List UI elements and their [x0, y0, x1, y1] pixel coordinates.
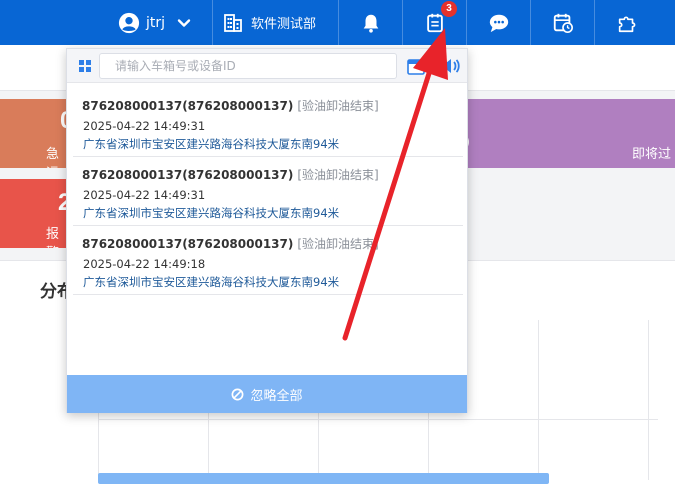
chart-bar — [98, 473, 549, 484]
dropdown-header — [67, 49, 467, 83]
event-tag: [验油卸油结束] — [297, 99, 379, 113]
department-switcher[interactable]: 软件测试部 — [212, 0, 336, 45]
stat-card-label: ) — [468, 135, 470, 150]
alarm-list: 876208000137(876208000137) [验油卸油结束] 2025-… — [73, 89, 463, 295]
event-address: 广东省深圳市宝安区建兴路海谷科技大厦东南94米 — [83, 206, 340, 220]
calendar-icon[interactable] — [407, 57, 425, 75]
ignore-all-label: 忽略全部 — [250, 388, 303, 404]
stat-card-alarm[interactable]: 2 报警 — [0, 179, 68, 248]
chat-button[interactable] — [466, 0, 530, 45]
notification-badge: 3 — [441, 1, 457, 17]
calendar-clock-icon — [553, 13, 573, 33]
item-title: 876208000137(876208000137) [验油卸油结束] — [82, 97, 379, 114]
device-id: 876208000137(876208000137) — [82, 168, 294, 182]
plugin-icon — [618, 15, 635, 32]
search-input[interactable] — [99, 53, 397, 79]
alarm-messages-dropdown: 876208000137(876208000137)[验油卸油结束] 2025-… — [66, 48, 468, 413]
sound-icon[interactable] — [439, 55, 461, 77]
list-item[interactable]: 876208000137(876208000137) [验油卸油结束] 2025-… — [73, 89, 463, 157]
chat-icon — [489, 14, 508, 32]
chart-gridline-horizontal — [98, 419, 658, 420]
stat-card-label: 报警 — [46, 227, 60, 248]
event-time: 2025-04-22 14:49:18 — [83, 257, 206, 271]
event-address: 广东省深圳市宝安区建兴路海谷科技大厦东南94米 — [83, 275, 340, 289]
department-name: 软件测试部 — [251, 17, 317, 32]
list-item[interactable]: 876208000137(876208000137) [验油卸油结束] 2025-… — [73, 227, 463, 295]
event-tag: [验油卸油结束] — [297, 168, 379, 182]
stat-card-transport[interactable]: 0 急运 — [0, 99, 68, 168]
event-tag: [验油卸油结束] — [297, 237, 379, 251]
chart-gridline — [648, 320, 649, 480]
grid-icon[interactable] — [79, 60, 91, 72]
top-navbar: jtrj 软件测试部 3 — [0, 0, 675, 45]
stat-card-expiring[interactable]: ) 即将过 — [468, 99, 675, 168]
building-icon — [224, 13, 242, 32]
notepad-icon — [426, 13, 443, 32]
alarm-messages-button[interactable]: 3 — [402, 0, 466, 45]
stat-card-label: 急运 — [46, 147, 60, 168]
ignore-all-button[interactable]: 忽略全部 — [67, 375, 467, 413]
notifications-button[interactable] — [338, 0, 402, 45]
chevron-down-icon — [177, 18, 191, 27]
event-time: 2025-04-22 14:49:31 — [83, 119, 206, 133]
list-item[interactable]: 876208000137(876208000137) [验油卸油结束] 2025-… — [73, 158, 463, 226]
event-time: 2025-04-22 14:49:31 — [83, 188, 206, 202]
schedule-button[interactable] — [530, 0, 594, 45]
user-icon — [118, 12, 140, 33]
username: jtrj — [146, 14, 166, 31]
event-address: 广东省深圳市宝安区建兴路海谷科技大厦东南94米 — [83, 137, 340, 151]
user-menu[interactable]: jtrj — [118, 0, 191, 45]
bell-icon — [363, 14, 378, 33]
item-title: 876208000137(876208000137) [验油卸油结束] — [82, 166, 379, 183]
stat-card-label: 即将过 — [632, 147, 672, 162]
device-id: 876208000137(876208000137) — [82, 99, 294, 113]
chart-gridline — [538, 320, 539, 480]
item-title: 876208000137(876208000137) [验油卸油结束] — [82, 235, 379, 252]
device-id: 876208000137(876208000137) — [82, 237, 294, 251]
plugins-button[interactable] — [594, 0, 658, 45]
ban-icon — [232, 388, 244, 400]
